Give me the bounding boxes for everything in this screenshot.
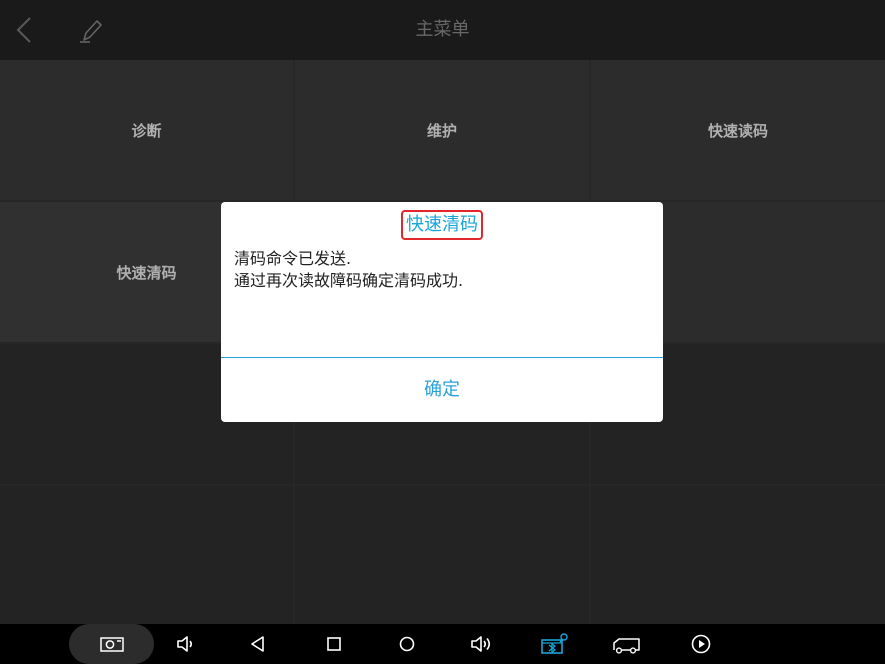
bluetooth-vci-icon <box>541 633 568 654</box>
quick-clear-dialog: 快速清码 清码命令已发送. 通过再次读故障码确定清码成功. 确定 <box>221 202 663 422</box>
back-nav-button[interactable] <box>246 632 270 656</box>
screenshot-button[interactable] <box>99 632 124 656</box>
dialog-message-line: 清码命令已发送. <box>234 249 352 268</box>
play-circle-icon <box>691 634 711 654</box>
ok-button[interactable]: 确定 <box>221 358 663 422</box>
camera-icon <box>100 637 124 652</box>
chevron-left-icon <box>16 17 31 43</box>
menu-item-maintenance[interactable]: 维护 <box>295 60 589 200</box>
pencil-icon <box>80 20 102 43</box>
page-title: 主菜单 <box>415 19 470 40</box>
square-icon <box>327 637 341 651</box>
volume-down-icon <box>177 636 193 652</box>
dialog-message: 清码命令已发送. 通过再次读故障码确定清码成功. <box>234 248 650 292</box>
recents-button[interactable] <box>322 632 346 656</box>
menu-item-label: 维护 <box>426 121 457 140</box>
volume-down-button[interactable] <box>174 632 198 656</box>
menu-item-empty <box>295 486 589 624</box>
menu-item-label: 诊断 <box>131 121 162 140</box>
truck-icon <box>613 638 640 654</box>
menu-item-empty <box>0 486 293 624</box>
play-button[interactable] <box>689 632 713 656</box>
vci-bluetooth-button[interactable] <box>540 632 570 656</box>
menu-item-diagnosis[interactable]: 诊断 <box>0 60 293 200</box>
volume-up-icon <box>471 636 491 652</box>
dialog-title-wrap: 快速清码 <box>221 210 663 240</box>
system-nav-bar <box>0 624 885 664</box>
volume-up-button[interactable] <box>468 632 492 656</box>
triangle-back-icon <box>251 636 264 652</box>
dialog-message-line: 通过再次读故障码确定清码成功. <box>234 271 464 290</box>
dialog-title: 快速清码 <box>401 210 483 240</box>
menu-item-quick-read[interactable]: 快速读码 <box>591 60 885 200</box>
top-bar: 主菜单 <box>0 0 885 60</box>
edit-button[interactable] <box>76 14 106 46</box>
home-button[interactable] <box>395 632 419 656</box>
vehicle-button[interactable] <box>611 632 643 656</box>
menu-item-label: 快速读码 <box>707 121 768 140</box>
circle-home-icon <box>399 636 415 652</box>
menu-item-empty <box>591 486 885 624</box>
menu-item-label: 快速清码 <box>116 263 177 282</box>
back-button[interactable] <box>10 12 42 48</box>
